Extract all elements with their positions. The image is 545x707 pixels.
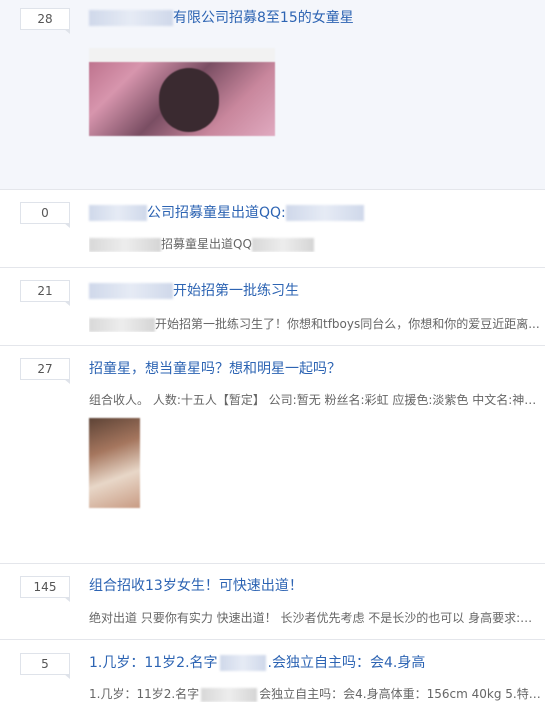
thread-snippet: 1.几岁：11岁2.名字 会独立自主吗：会4.身高体重：156cm 40kg 5.… <box>89 686 541 702</box>
thread-item: 27 招童星，想当童星吗？想和明星一起吗？ 组合收人。 人数:十五人【暂定】 公… <box>0 346 545 564</box>
thread-snippet: 开始招第一批练习生了！你想和tfboys同台么，你想和你的爱豆近距离... <box>89 316 541 332</box>
thread-item: 5 1.几岁：11岁2.名字 .会独立自主吗：会4.身高 1.几岁：11岁2.名字… <box>0 640 545 707</box>
reply-count: 5 <box>20 653 70 679</box>
redacted-text <box>89 237 161 252</box>
thread-title[interactable]: 组合招收13岁女生！可快速出道！ <box>89 577 303 595</box>
thread-snippet-text: 1.几岁：11岁2.名字 <box>89 687 200 701</box>
thread-snippet-text: 招募童星出道QQ <box>161 237 252 251</box>
thread-item: 0 公司招募童星出道QQ: 招募童星出道QQ <box>0 190 545 268</box>
redacted-text <box>89 10 173 26</box>
redacted-text <box>251 237 314 252</box>
thread-title-text[interactable]: 1.几岁：11岁2.名字 <box>89 655 218 671</box>
thread-title[interactable]: 有限公司招募8至15的女童星 <box>89 9 354 27</box>
thread-item: 21 开始招第一批练习生 开始招第一批练习生了！你想和tfboys同台么，你想和… <box>0 268 545 346</box>
reply-count: 28 <box>20 8 70 34</box>
redacted-text <box>219 655 266 671</box>
thread-item: 145 组合招收13岁女生！可快速出道！ 绝对出道 只要你有实力 快速出道！ 长… <box>0 564 545 640</box>
redacted-text <box>89 317 155 332</box>
thread-snippet-text: 开始招第一批练习生了！你想和tfboys同台么，你想和你的爱豆近距离... <box>155 317 540 331</box>
thread-snippet: 绝对出道 只要你有实力 快速出道！ 长沙者优先考虑 不是长沙的也可以 身高要求:… <box>89 611 541 625</box>
thread-snippet: 招募童星出道QQ <box>89 236 541 252</box>
thread-snippet: 组合收人。 人数:十五人【暂定】 公司:暂无 粉丝名:彩虹 应援色:淡紫色 中文… <box>89 393 541 407</box>
thread-thumbnail[interactable] <box>89 48 275 136</box>
thread-title-text[interactable]: .会独立自主吗：会4.身高 <box>268 655 426 671</box>
thumbnail-figure <box>159 68 219 132</box>
reply-count: 145 <box>20 576 70 602</box>
redacted-text <box>285 205 364 221</box>
thread-title[interactable]: 招童星，想当童星吗？想和明星一起吗？ <box>89 360 341 378</box>
thread-thumbnail[interactable] <box>89 418 140 508</box>
thread-title-text[interactable]: 开始招第一批练习生 <box>173 283 299 299</box>
thumbnail-header <box>89 48 275 62</box>
thread-snippet-text: 会独立自主吗：会4.身高体重：156cm 40kg 5.特长... <box>259 687 541 701</box>
thread-title[interactable]: 1.几岁：11岁2.名字 .会独立自主吗：会4.身高 <box>89 654 425 672</box>
reply-count: 27 <box>20 358 70 384</box>
reply-count: 21 <box>20 280 70 306</box>
redacted-text <box>201 687 258 702</box>
reply-count: 0 <box>20 202 70 228</box>
thread-title-text[interactable]: 有限公司招募8至15的女童星 <box>173 10 354 26</box>
redacted-text <box>89 283 173 299</box>
thread-title-text[interactable]: 公司招募童星出道QQ: <box>147 205 286 221</box>
thread-title[interactable]: 公司招募童星出道QQ: <box>89 204 364 222</box>
redacted-text <box>89 205 147 221</box>
thread-title[interactable]: 开始招第一批练习生 <box>89 282 299 300</box>
thread-item: 28 有限公司招募8至15的女童星 <box>0 0 545 190</box>
